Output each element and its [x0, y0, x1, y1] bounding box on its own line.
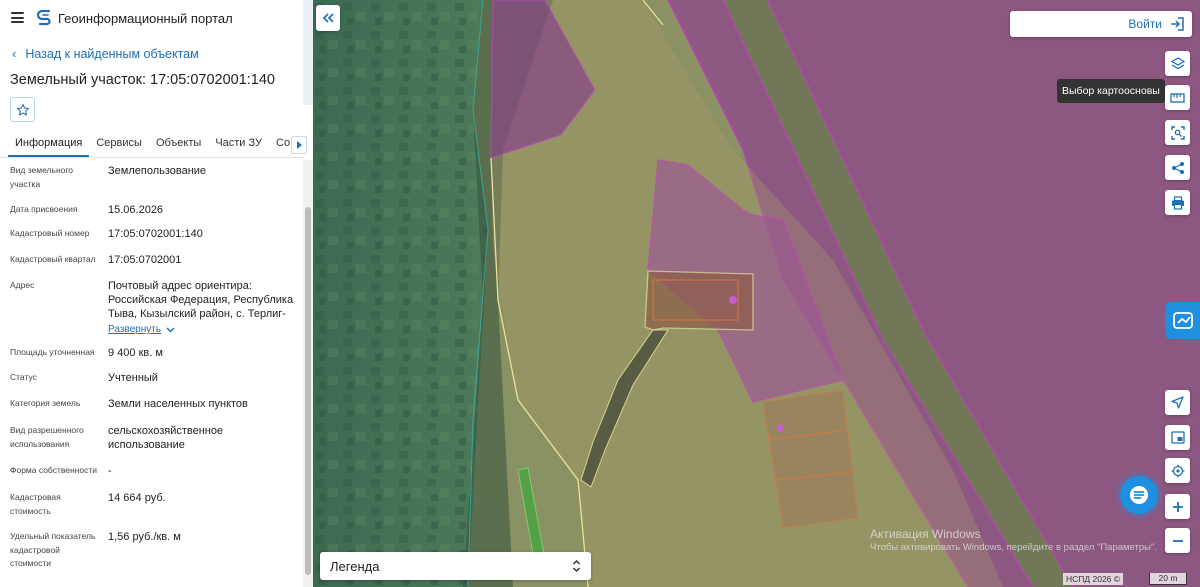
- print-icon: [1171, 195, 1184, 210]
- menu-icon[interactable]: [11, 12, 24, 23]
- panel-top-accent: [303, 0, 313, 105]
- minimap-button[interactable]: [1165, 425, 1190, 450]
- feedback-tab[interactable]: [1165, 302, 1200, 339]
- windows-watermark-title: Активация Windows: [870, 527, 981, 541]
- attr-label: Удельный показатель кадастровой стоимост…: [10, 531, 96, 568]
- attr-label: Кадастровый номер: [10, 228, 90, 238]
- attr-value: Учтенный: [108, 372, 158, 384]
- panel-scrollbar-thumb[interactable]: [305, 207, 311, 575]
- tab-info[interactable]: Информация: [8, 133, 90, 157]
- chevron-left-icon: ‹: [12, 46, 17, 61]
- attr-label: Вид разрешенного использования: [10, 425, 84, 449]
- geolocate-button[interactable]: [1165, 458, 1190, 483]
- basemap-tooltip: Выбор картоосновы: [1057, 79, 1165, 103]
- legend-dropdown[interactable]: Легенда: [320, 552, 591, 580]
- my-location-button[interactable]: [1165, 390, 1190, 415]
- attr-value: 15.06.2026: [108, 204, 164, 216]
- layers-button[interactable]: [1165, 51, 1190, 76]
- portal-logo-icon: [37, 10, 51, 26]
- sort-arrows-icon: [572, 559, 581, 573]
- login-icon: [1171, 17, 1184, 31]
- favorite-button[interactable]: [10, 97, 35, 122]
- attr-value: Земли населенных пунктов: [108, 398, 248, 410]
- zone-marker: [776, 424, 784, 432]
- attr-label: Адрес: [10, 280, 35, 290]
- login-button[interactable]: Войти: [1010, 11, 1192, 37]
- ruler-icon: [1170, 92, 1185, 103]
- attr-value: 17:05:0702001: [108, 254, 182, 266]
- attr-value: сельскохозяйственное использование: [108, 425, 224, 451]
- attr-value: 17:05:0702001:140: [108, 228, 203, 240]
- back-link[interactable]: ‹ Назад к найденным объектам: [12, 46, 199, 61]
- attr-label: Категория земель: [10, 398, 81, 408]
- double-chevron-left-icon: [322, 13, 334, 23]
- expand-link[interactable]: Развернуть: [108, 323, 175, 337]
- attr-label: Форма собственности: [10, 465, 97, 475]
- navigation-arrow-icon: [1171, 396, 1184, 409]
- panel-header: Геоинформационный портал: [0, 0, 303, 36]
- attr-value-wrap: Почтовый адрес ориентира: Российская Фед…: [108, 279, 296, 337]
- back-link-label: Назад к найденным объектам: [25, 46, 199, 61]
- attr-label: Дата присвоения: [10, 204, 78, 214]
- attr-value: -: [108, 465, 112, 477]
- attr-label: Кадастровый квартал: [10, 254, 96, 264]
- legend-label: Легенда: [330, 558, 380, 574]
- star-icon: [16, 103, 29, 116]
- zoom-in-button[interactable]: [1165, 494, 1190, 519]
- crosshair-icon: [1171, 464, 1184, 477]
- attr-value: Землепользование: [108, 165, 207, 177]
- tabs-next-button[interactable]: [291, 136, 307, 154]
- tab-parts[interactable]: Части ЗУ: [208, 133, 269, 157]
- tab-objects[interactable]: Объекты: [149, 133, 208, 157]
- tabs-divider: [0, 157, 303, 158]
- select-area-icon: [1170, 125, 1185, 140]
- select-area-button[interactable]: [1165, 120, 1190, 145]
- zoom-out-button[interactable]: [1165, 528, 1190, 553]
- share-icon: [1171, 161, 1184, 174]
- attr-label: Площадь уточненная: [10, 347, 95, 357]
- info-panel: Геоинформационный портал ‹ Назад к найде…: [0, 0, 313, 587]
- layers-icon: [1170, 56, 1185, 69]
- page-title: Земельный участок: 17:05:0702001:140: [10, 72, 275, 88]
- plus-icon: [1172, 501, 1183, 512]
- tabs: Информация Сервисы Объекты Части ЗУ Сост…: [8, 133, 290, 157]
- tab-services[interactable]: Сервисы: [89, 133, 149, 157]
- attr-value: 14 664 руб.: [108, 492, 166, 504]
- attr-value: 1,56 руб./кв. м: [108, 531, 181, 543]
- chevron-down-icon: [166, 327, 175, 333]
- attr-label: Вид земельного участка: [10, 165, 74, 189]
- forest-texture: [313, 0, 488, 587]
- minimap-icon: [1170, 431, 1185, 444]
- building-marker: [729, 296, 737, 304]
- minus-icon: [1172, 539, 1183, 542]
- expand-link-label: Развернуть: [108, 324, 162, 335]
- share-button[interactable]: [1165, 155, 1190, 180]
- login-label: Войти: [1128, 17, 1162, 31]
- chat-button[interactable]: [1120, 476, 1158, 514]
- map-copyright: НСПД 2026 ©: [1063, 573, 1124, 585]
- print-button[interactable]: [1165, 190, 1190, 215]
- attr-label: Статус: [10, 372, 37, 382]
- portal-title: Геоинформационный портал: [58, 11, 233, 26]
- basemap-button[interactable]: [1165, 85, 1190, 110]
- tab-composition[interactable]: Состав: [269, 133, 290, 157]
- caret-right-icon: [297, 141, 302, 149]
- attr-value: Почтовый адрес ориентира: Российская Фед…: [108, 280, 294, 320]
- attr-label: Кадастровая стоимость: [10, 492, 61, 516]
- windows-watermark-text: Чтобы активировать Windows, перейдите в …: [870, 542, 1157, 553]
- scale-bar: 20 m: [1149, 573, 1187, 585]
- collapse-panel-button[interactable]: [316, 5, 340, 31]
- chat-icon: [1130, 486, 1148, 504]
- attr-value: 9 400 кв. м: [108, 347, 163, 359]
- feedback-icon: [1172, 311, 1193, 329]
